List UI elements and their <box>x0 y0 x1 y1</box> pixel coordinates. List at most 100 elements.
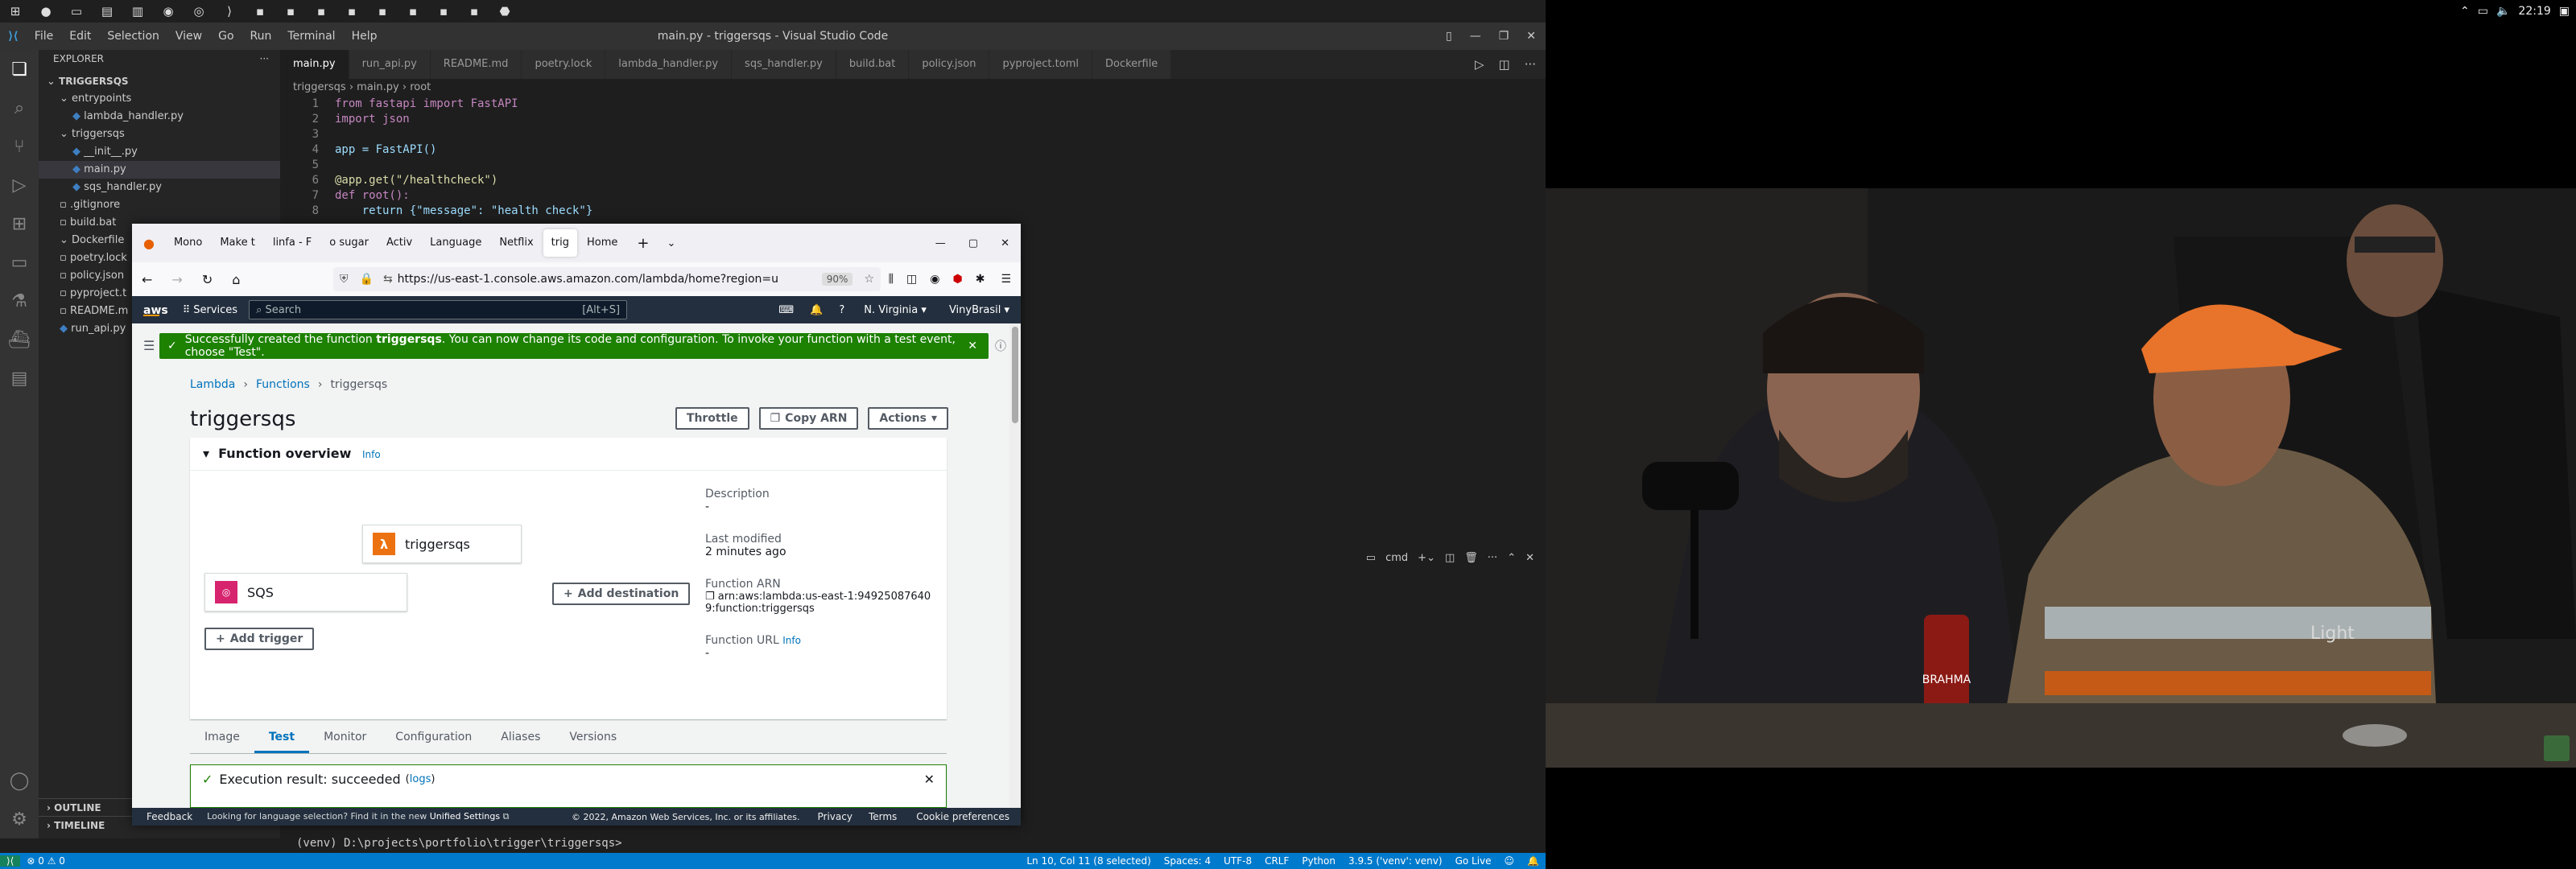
settings-gear-icon[interactable]: ⚙ <box>0 800 39 838</box>
browser-tab[interactable]: Mono <box>166 229 210 257</box>
browser-tab[interactable]: Make t <box>212 229 262 257</box>
new-terminal-icon[interactable]: +⌄ <box>1418 552 1435 564</box>
restore-icon[interactable]: ❐ <box>1499 30 1509 43</box>
breadcrumb-item[interactable]: main.py <box>357 81 399 93</box>
terms-link[interactable]: Terms <box>861 811 905 822</box>
more-actions-icon[interactable]: ··· <box>260 50 269 68</box>
actions-button[interactable]: Actions ▾ <box>868 407 948 430</box>
editor-tab[interactable]: pyproject.toml <box>989 50 1092 79</box>
menu-edit[interactable]: Edit <box>61 30 99 43</box>
menu-icon[interactable]: ☰ <box>991 273 1021 286</box>
problems-indicator[interactable]: ⊗ 0 ⚠ 0 <box>20 855 72 867</box>
files-icon[interactable]: ▤ <box>98 2 116 20</box>
encoding[interactable]: UTF-8 <box>1217 855 1258 867</box>
run-icon[interactable]: ▷ <box>1475 57 1484 72</box>
line-ending[interactable]: CRLF <box>1258 855 1295 867</box>
app-icon[interactable]: ▪ <box>282 2 299 20</box>
explorer-icon[interactable]: ▥ <box>129 2 147 20</box>
editor-tab[interactable]: lambda_handler.py <box>605 50 733 79</box>
close-icon[interactable]: ✕ <box>924 772 935 787</box>
network-icon[interactable]: ▭ <box>2478 5 2488 18</box>
zoom-badge[interactable]: 90% <box>821 273 853 286</box>
new-tab-icon[interactable]: + <box>625 235 660 252</box>
breadcrumb-item[interactable]: triggersqs <box>293 81 346 93</box>
trigger-node[interactable]: ◎ SQS <box>204 573 407 612</box>
library-icon[interactable]: ⫼ <box>882 273 900 286</box>
cloudshell-icon[interactable]: ⌨ <box>770 304 802 316</box>
breadcrumb-item[interactable]: root <box>410 81 431 93</box>
function-tab[interactable]: Test <box>254 721 310 753</box>
browser-tab[interactable]: trig <box>543 229 577 257</box>
volume-icon[interactable]: 🔈 <box>2496 5 2510 18</box>
run-debug-icon[interactable]: ▷ <box>0 166 39 204</box>
app-icon[interactable]: ▪ <box>435 2 452 20</box>
ublock-icon[interactable]: ⬢ <box>946 273 968 286</box>
browser-tab[interactable]: o sugar <box>321 229 377 257</box>
account-icon[interactable]: ◯ <box>0 761 39 800</box>
editor-tab[interactable]: policy.json <box>909 50 990 79</box>
editor-tab[interactable]: build.bat <box>836 50 910 79</box>
function-tab[interactable]: Configuration <box>381 721 486 753</box>
remote-explorer-icon[interactable]: ▭ <box>0 243 39 282</box>
unified-settings-link[interactable]: Unified Settings <box>430 811 500 822</box>
spotify-icon[interactable]: ◉ <box>159 2 177 20</box>
minimize-icon[interactable]: — <box>924 237 957 249</box>
aws-search[interactable]: ⌕ Search [Alt+S] <box>249 300 628 319</box>
url-bar[interactable]: ⛨ 🔒 ⇆ https://us-east-1.console.aws.amaz… <box>333 267 881 291</box>
editor-tab[interactable]: poetry.lock <box>522 50 606 79</box>
browser-tab[interactable]: Home <box>579 229 625 257</box>
services-menu-icon[interactable]: ⠿ <box>180 304 194 316</box>
function-tab[interactable]: Monitor <box>309 721 381 753</box>
editor-tab[interactable]: run_api.py <box>349 50 431 79</box>
bell-icon[interactable]: 🔔 <box>1521 855 1546 867</box>
editor-tab[interactable]: Dockerfile <box>1092 50 1172 79</box>
menu-view[interactable]: View <box>167 30 210 43</box>
close-panel-icon[interactable]: ✕ <box>1525 552 1534 564</box>
code-line[interactable]: 1 from fastapi import FastAPI <box>280 97 1546 112</box>
logs-link[interactable]: logs <box>410 773 431 785</box>
breadcrumb-lambda[interactable]: Lambda <box>190 378 235 391</box>
close-icon[interactable]: ✕ <box>989 237 1021 249</box>
cookie-preferences-link[interactable]: Cookie preferences <box>905 811 1021 822</box>
close-icon[interactable]: ✕ <box>1526 30 1536 43</box>
docker-icon[interactable]: ⛴ <box>0 320 39 359</box>
tree-item[interactable]: ◆ sqs_handler.py <box>39 179 280 196</box>
dismiss-icon[interactable]: ✕ <box>956 340 989 352</box>
minimize-icon[interactable]: — <box>1470 30 1481 43</box>
indentation[interactable]: Spaces: 4 <box>1158 855 1217 867</box>
copy-arn-button[interactable]: ❐ Copy ARN <box>758 407 859 430</box>
notifications-bell-icon[interactable]: 🔔 <box>802 304 831 316</box>
chrome-icon[interactable]: ◎ <box>190 2 208 20</box>
notifications-icon[interactable]: ▣ <box>2559 5 2570 18</box>
throttle-button[interactable]: Throttle <box>675 407 749 430</box>
app-icon[interactable]: ▪ <box>343 2 361 20</box>
extensions-icon[interactable]: ✱ <box>969 273 992 286</box>
forward-icon[interactable]: → <box>162 272 192 287</box>
testing-icon[interactable]: ⚗ <box>0 282 39 320</box>
code-line[interactable]: 2 import json <box>280 112 1546 127</box>
notes-icon[interactable]: ▤ <box>0 359 39 397</box>
terminal-icon[interactable]: ▭ <box>68 2 85 20</box>
aws-logo-icon[interactable]: aws <box>132 304 180 317</box>
extensions-icon[interactable]: ⊞ <box>0 204 39 243</box>
add-trigger-button[interactable]: + Add trigger <box>204 628 315 650</box>
tree-item[interactable]: ◆ __init__.py <box>39 143 280 161</box>
function-tab[interactable]: Versions <box>555 721 631 753</box>
tree-item[interactable]: ◆ main.py <box>39 161 280 179</box>
app-icon[interactable]: ▪ <box>251 2 269 20</box>
steam-icon[interactable]: ⬣ <box>496 2 514 20</box>
menu-help[interactable]: Help <box>344 30 386 43</box>
function-node[interactable]: λ triggersqs <box>362 525 522 563</box>
feedback-link[interactable]: Feedback <box>132 811 207 822</box>
editor-tab[interactable]: main.py <box>280 50 349 79</box>
page-scrollbar[interactable] <box>1009 323 1021 808</box>
search-icon[interactable]: ⌕ <box>0 89 39 127</box>
split-terminal-icon[interactable]: ◫ <box>1445 552 1455 564</box>
app-icon[interactable]: ▪ <box>374 2 391 20</box>
split-editor-icon[interactable]: ◫ <box>1499 57 1510 72</box>
cursor-position[interactable]: Ln 10, Col 11 (8 selected) <box>1020 855 1157 867</box>
copy-icon[interactable]: ❐ <box>705 591 715 603</box>
video-player[interactable]: BRAHMA Light <box>1546 188 2576 768</box>
add-destination-button[interactable]: + Add destination <box>552 583 691 605</box>
menu-go[interactable]: Go <box>210 30 242 43</box>
